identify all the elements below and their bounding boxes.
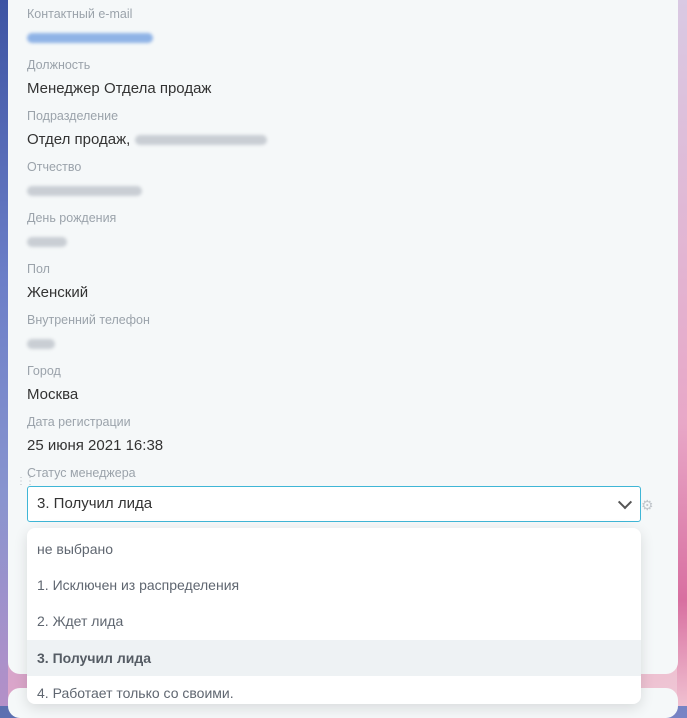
dropdown-option[interactable]: 1. Исключен из распределения: [27, 564, 641, 600]
dropdown-option[interactable]: не выбрано: [27, 528, 641, 564]
field-gender: Пол Женский: [27, 262, 88, 302]
field-label: Город: [27, 364, 61, 378]
gear-icon[interactable]: ⚙: [641, 498, 655, 512]
field-value: 25 июня 2021 16:38: [27, 437, 164, 454]
drag-handle-icon[interactable]: ⋮⋮: [16, 477, 35, 492]
field-label: Внутренний телефон: [27, 313, 150, 327]
field-manager-status: Статус менеджера: [27, 466, 136, 480]
field-birthday: День рождения: [27, 211, 116, 251]
status-select[interactable]: 3. Получил лида: [27, 486, 641, 522]
field-label: Дата регистрации: [27, 415, 131, 429]
field-label: Должность: [27, 58, 91, 72]
field-position: Должность Менеджер Отдела продаж: [27, 58, 211, 98]
dropdown-option[interactable]: 4. Работает только со своими.: [27, 676, 641, 704]
field-department: Подразделение Отдел продаж,: [27, 109, 267, 149]
field-label: Отчество: [27, 160, 82, 174]
field-label: Пол: [27, 262, 50, 276]
dropdown-option[interactable]: 2. Ждет лида: [27, 600, 641, 636]
field-value: Женский: [27, 284, 89, 301]
field-internal-phone: Внутренний телефон: [27, 313, 150, 353]
field-patronymic: Отчество: [27, 160, 142, 200]
field-value: Отдел продаж,: [27, 131, 267, 149]
field-email: Контактный e-mail: [27, 7, 153, 47]
field-value: Москва: [27, 386, 79, 403]
field-label: Статус менеджера: [27, 466, 136, 480]
field-value-blurred: [27, 335, 150, 353]
field-value-blurred: [27, 29, 153, 47]
field-label: Подразделение: [27, 109, 119, 123]
field-city: Город Москва: [27, 364, 78, 404]
field-registration-date: Дата регистрации 25 июня 2021 16:38: [27, 415, 163, 455]
status-dropdown: не выбрано 1. Исключен из распределения …: [27, 528, 641, 704]
chevron-down-icon: [617, 495, 633, 510]
field-label: Контактный e-mail: [27, 7, 133, 21]
background-left: [0, 0, 8, 706]
field-value-blurred: [27, 182, 142, 200]
field-label: День рождения: [27, 211, 117, 225]
field-value: Менеджер Отдела продаж: [27, 80, 212, 97]
status-select-value: 3. Получил лида: [37, 495, 153, 512]
field-value-blurred: [27, 233, 116, 251]
background-right: [677, 0, 687, 706]
dropdown-option-selected[interactable]: 3. Получил лида: [27, 640, 641, 676]
